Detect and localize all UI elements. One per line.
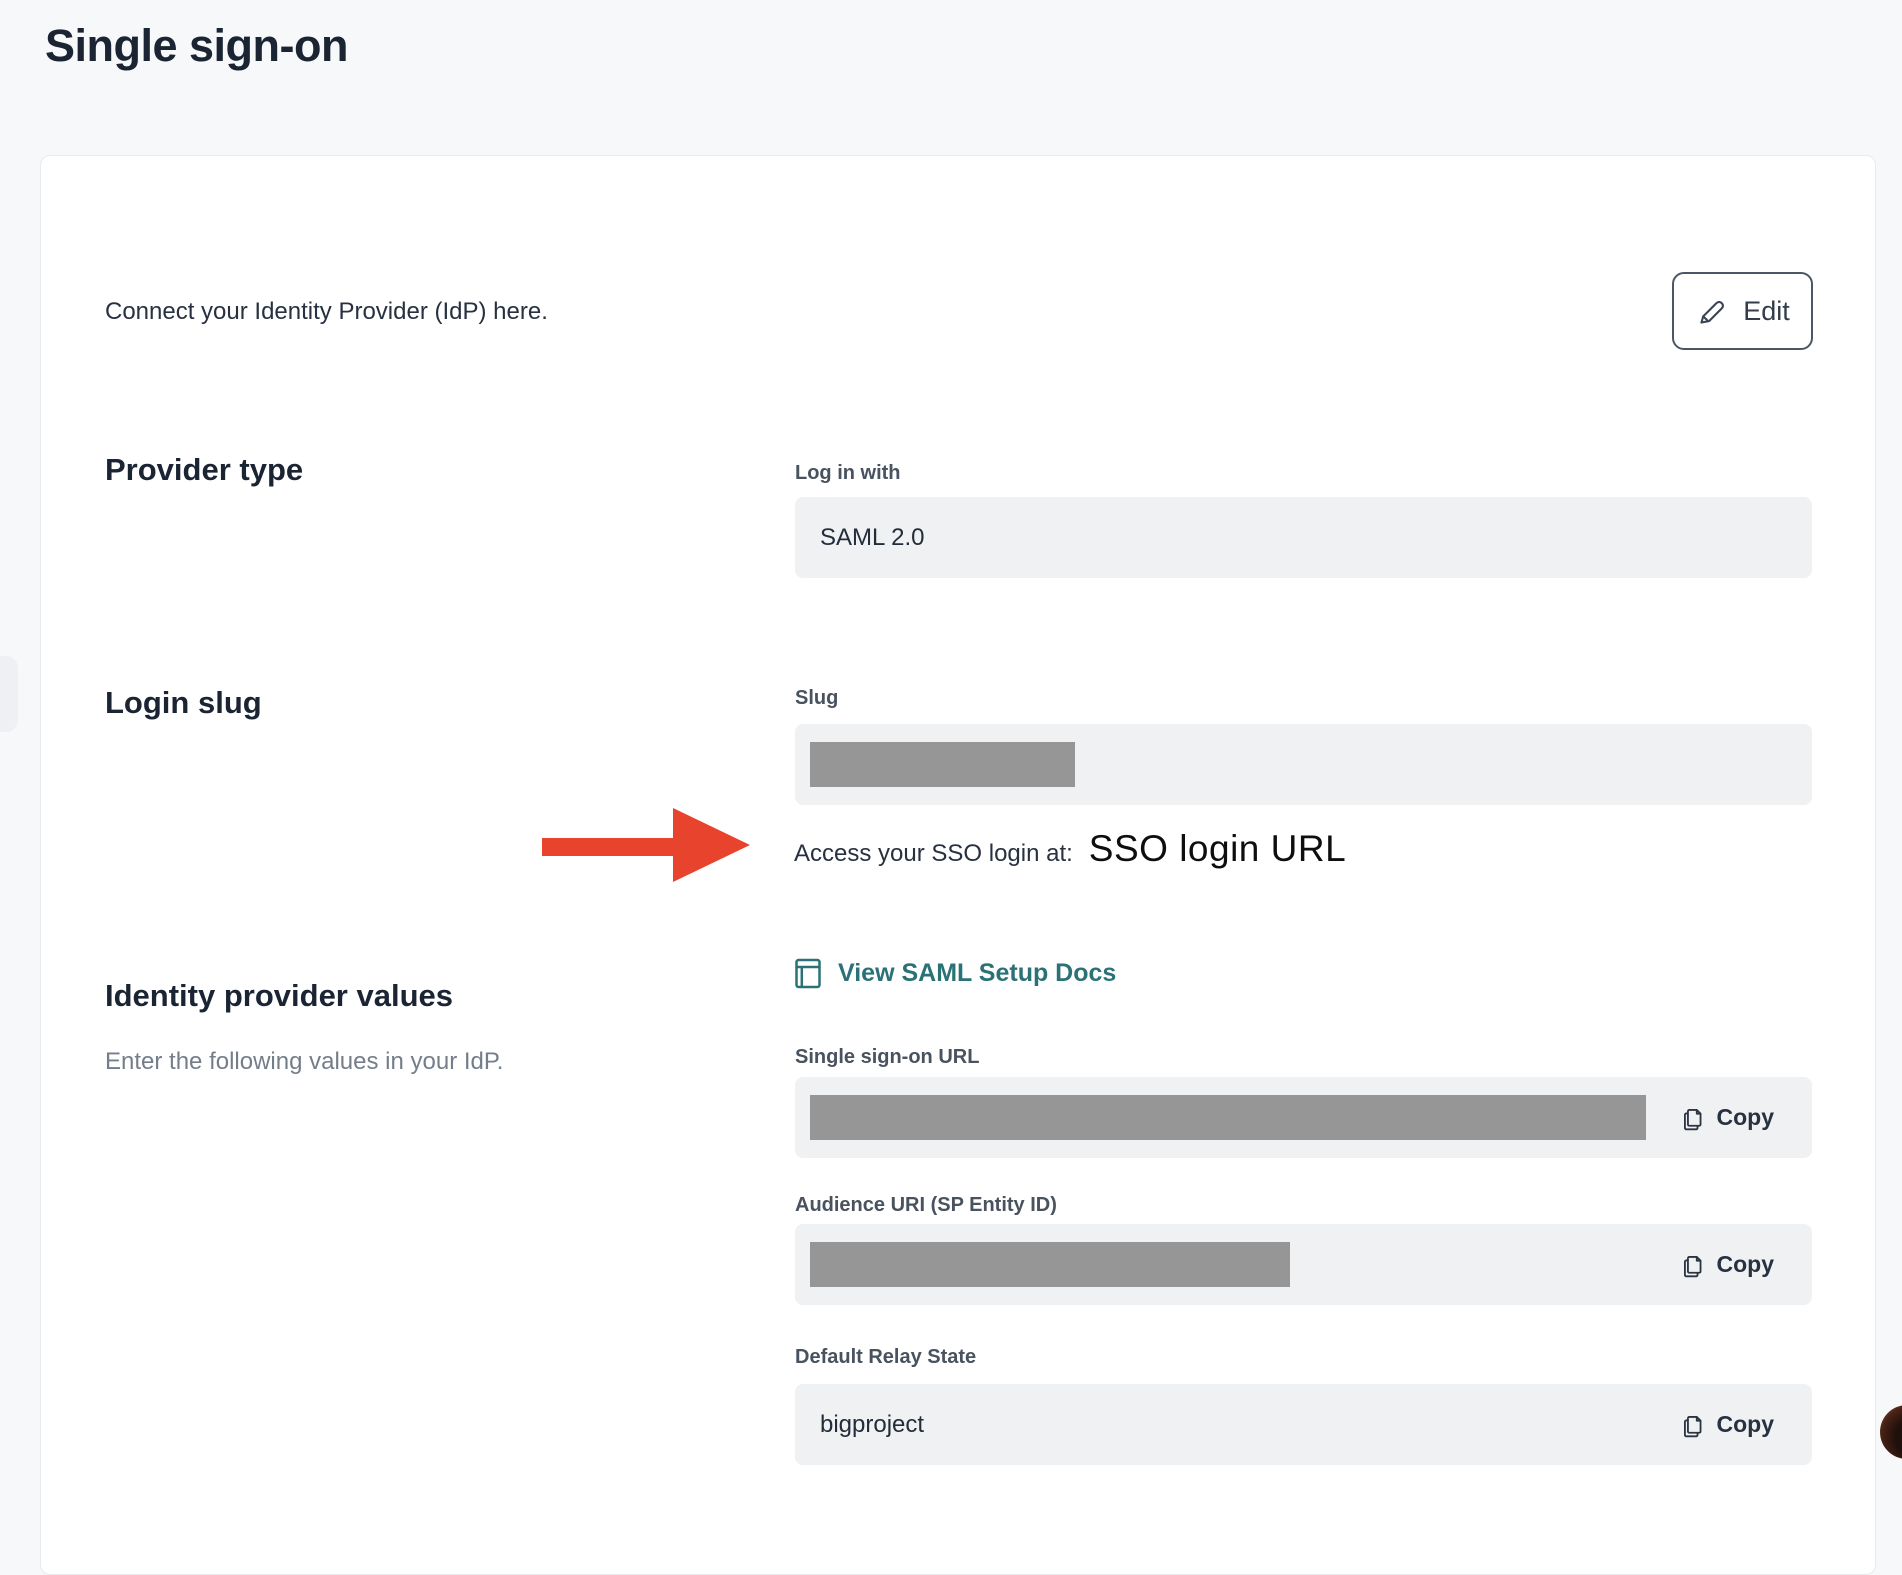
sso-login-url-link[interactable]: SSO login URL: [1089, 828, 1346, 870]
copy-icon: [1680, 1411, 1706, 1439]
copy-sso-url-button[interactable]: Copy: [1680, 1104, 1775, 1132]
redacted-sso-url-bar: [810, 1095, 1646, 1140]
audience-uri-label: Audience URI (SP Entity ID): [795, 1194, 1057, 1217]
copy-relay-state-button[interactable]: Copy: [1680, 1411, 1775, 1439]
red-arrow-annotation: [540, 805, 752, 892]
log-in-with-label: Log in with: [795, 462, 901, 485]
page-title: Single sign-on: [45, 20, 348, 72]
idp-values-subheading: Enter the following values in your IdP.: [105, 1048, 503, 1076]
access-login-prefix: Access your SSO login at:: [794, 840, 1073, 868]
sso-url-field: Copy: [795, 1077, 1812, 1158]
default-relay-state-field: bigproject Copy: [795, 1384, 1812, 1465]
copy-icon: [1680, 1104, 1706, 1132]
copy-button-label: Copy: [1717, 1104, 1775, 1131]
provider-type-field: SAML 2.0: [795, 497, 1812, 578]
docs-link-label: View SAML Setup Docs: [838, 959, 1116, 988]
redacted-audience-uri-bar: [810, 1242, 1290, 1287]
access-login-row: Access your SSO login at: SSO login URL: [794, 828, 1346, 870]
section-heading-login-slug: Login slug: [105, 685, 262, 721]
copy-button-label: Copy: [1717, 1411, 1775, 1438]
copy-icon: [1680, 1251, 1706, 1279]
pencil-icon: [1695, 294, 1729, 328]
default-relay-state-label: Default Relay State: [795, 1346, 976, 1369]
default-relay-state-value: bigproject: [820, 1411, 924, 1439]
edit-button-label: Edit: [1743, 296, 1790, 327]
section-heading-idp-values: Identity provider values: [105, 978, 453, 1014]
view-saml-setup-docs-link[interactable]: View SAML Setup Docs: [795, 958, 1116, 989]
slug-label: Slug: [795, 687, 838, 710]
audience-uri-field: Copy: [795, 1224, 1812, 1305]
journal-docs-icon: [795, 958, 821, 989]
intro-text: Connect your Identity Provider (IdP) her…: [105, 298, 548, 326]
copy-audience-uri-button[interactable]: Copy: [1680, 1251, 1775, 1279]
section-heading-provider-type: Provider type: [105, 452, 303, 488]
slug-field: [795, 724, 1812, 805]
provider-type-value: SAML 2.0: [820, 524, 925, 552]
edit-button[interactable]: Edit: [1672, 272, 1813, 350]
copy-button-label: Copy: [1717, 1251, 1775, 1278]
edge-drawer-handle: [0, 656, 18, 732]
sso-url-label: Single sign-on URL: [795, 1046, 979, 1069]
redacted-slug-value-bar: [810, 742, 1075, 787]
corner-cursor-artifact: [1880, 1405, 1902, 1459]
